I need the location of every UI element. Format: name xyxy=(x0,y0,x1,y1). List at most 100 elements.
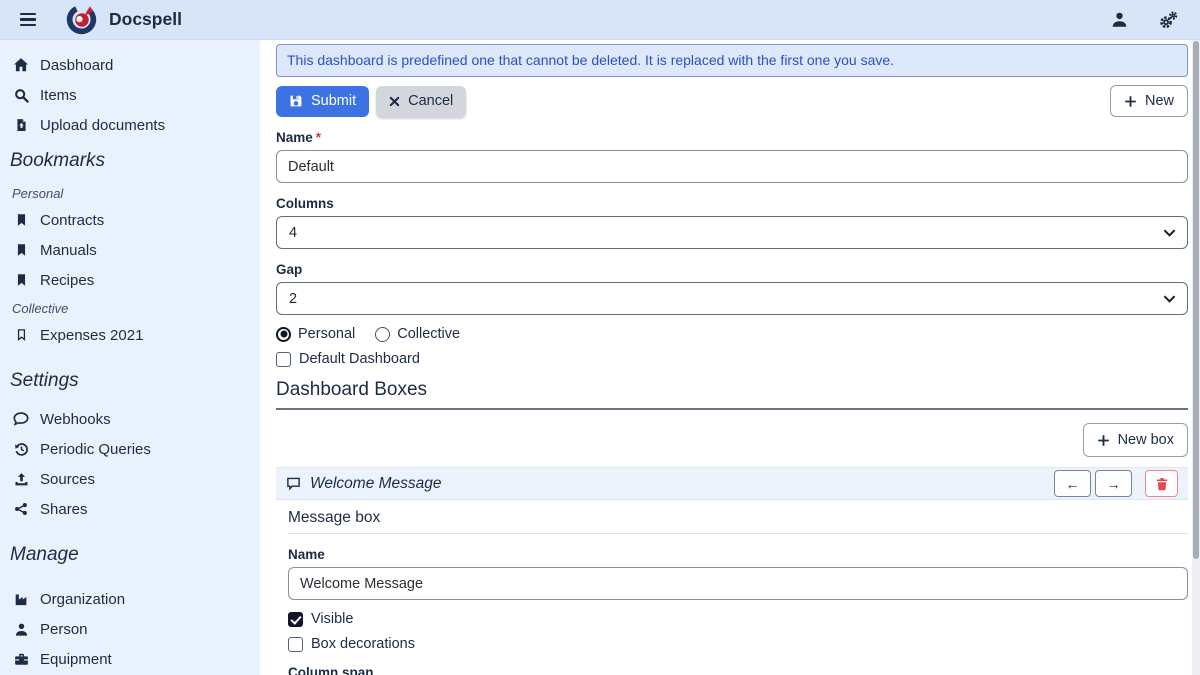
history-icon xyxy=(12,442,30,457)
sidebar-item-sources[interactable]: Sources xyxy=(0,464,260,494)
sidebar-item-label: Recipes xyxy=(40,272,94,289)
checkbox-icon xyxy=(288,637,303,652)
required-asterisk: * xyxy=(316,130,321,145)
bookmark-icon xyxy=(12,213,30,227)
save-icon xyxy=(289,94,303,108)
sidebar-item-webhooks[interactable]: Webhooks xyxy=(0,404,260,434)
box-body: Message box Name Visible Box decorations… xyxy=(276,509,1188,675)
top-navbar: Docspell xyxy=(0,0,1200,40)
close-icon xyxy=(389,96,400,107)
submit-button[interactable]: Submit xyxy=(276,86,369,117)
columns-label: Columns xyxy=(276,196,1188,211)
new-dashboard-button[interactable]: New xyxy=(1110,85,1188,117)
comment-icon xyxy=(12,411,30,427)
move-box-left-button[interactable]: ← xyxy=(1054,470,1091,497)
box-title: Welcome Message xyxy=(310,475,442,493)
menu-toggle-button[interactable] xyxy=(16,9,40,31)
industry-icon xyxy=(12,592,30,607)
sidebar-item-periodic-queries[interactable]: Periodic Queries xyxy=(0,434,260,464)
radio-icon xyxy=(276,327,291,342)
bookmarks-heading: Bookmarks xyxy=(0,140,260,180)
settings-heading: Settings xyxy=(0,360,260,400)
box-decorations-checkbox-row[interactable]: Box decorations xyxy=(288,636,1188,652)
box-type-label: Message box xyxy=(288,509,1188,534)
sidebar-item-upload-documents[interactable]: Upload documents xyxy=(0,110,260,140)
sidebar-item-contracts[interactable]: Contracts xyxy=(0,205,260,235)
sidebar-item-shares[interactable]: Shares xyxy=(0,494,260,524)
settings-cogs-icon[interactable] xyxy=(1156,8,1180,32)
upload-icon xyxy=(12,472,30,487)
arrow-right-icon: → xyxy=(1107,476,1121,492)
dashboard-boxes-heading: Dashboard Boxes xyxy=(276,379,1188,410)
sidebar-item-label: Expenses 2021 xyxy=(40,327,143,344)
person-icon xyxy=(12,622,30,637)
sidebar-item-expenses-2021[interactable]: Expenses 2021 xyxy=(0,320,260,350)
sidebar-item-label: Dasbhoard xyxy=(40,57,113,74)
message-box-icon xyxy=(286,476,301,491)
bookmark-icon xyxy=(12,243,30,257)
sidebar-item-label: Equipment xyxy=(40,651,112,668)
sidebar-item-label: Contracts xyxy=(40,212,104,229)
gap-select[interactable]: 2 xyxy=(276,282,1188,315)
scope-radio-group: Personal Collective xyxy=(276,326,1188,342)
delete-box-button[interactable] xyxy=(1145,470,1178,497)
sidebar-item-label: Sources xyxy=(40,471,95,488)
arrow-left-icon: ← xyxy=(1066,476,1080,492)
checkbox-icon xyxy=(276,352,291,367)
name-label: Name* xyxy=(276,130,1188,145)
new-box-button[interactable]: New box xyxy=(1083,423,1188,457)
cancel-button[interactable]: Cancel xyxy=(376,86,466,117)
bookmark-outline-icon xyxy=(12,328,30,342)
sidebar-item-items[interactable]: Items xyxy=(0,80,260,110)
app-title: Docspell xyxy=(109,9,182,30)
sidebar-item-dashboard[interactable]: Dasbhoard xyxy=(0,50,260,80)
bookmarks-group-collective: Collective xyxy=(0,295,260,320)
sidebar-item-label: Webhooks xyxy=(40,411,111,428)
visible-checkbox-row[interactable]: Visible xyxy=(288,611,1188,627)
sidebar-item-label: Manuals xyxy=(40,242,97,259)
checkbox-icon xyxy=(288,612,303,627)
main-content: This dashboard is predefined one that ca… xyxy=(260,40,1200,675)
box-header: Welcome Message ← → xyxy=(276,467,1188,500)
box-name-input[interactable] xyxy=(288,567,1188,600)
column-span-label: Column span xyxy=(288,665,1188,675)
radio-collective[interactable]: Collective xyxy=(375,326,460,342)
sidebar-item-person[interactable]: Person xyxy=(0,614,260,644)
chevron-down-icon xyxy=(1163,228,1176,237)
sidebar-item-label: Items xyxy=(40,87,77,104)
share-icon xyxy=(12,502,30,516)
sidebar-item-label: Shares xyxy=(40,501,88,518)
dashboard-name-input[interactable] xyxy=(276,150,1188,183)
bookmark-icon xyxy=(12,273,30,287)
sidebar-item-recipes[interactable]: Recipes xyxy=(0,265,260,295)
sidebar-item-label: Upload documents xyxy=(40,117,165,134)
sidebar-item-label: Person xyxy=(40,621,88,638)
move-box-right-button[interactable]: → xyxy=(1095,470,1132,497)
box-name-label: Name xyxy=(288,547,1188,562)
toolbox-icon xyxy=(12,652,30,667)
dashboard-box-welcome-message: Welcome Message ← → Message box Name Vis… xyxy=(276,467,1188,675)
file-upload-icon xyxy=(12,118,30,132)
trash-icon xyxy=(1156,477,1168,491)
manage-heading: Manage xyxy=(0,534,260,574)
plus-icon xyxy=(1097,434,1110,447)
predefined-dashboard-alert: This dashboard is predefined one that ca… xyxy=(276,44,1188,77)
plus-icon xyxy=(1124,95,1137,108)
radio-icon xyxy=(375,327,390,342)
radio-personal[interactable]: Personal xyxy=(276,326,355,342)
chevron-down-icon xyxy=(1163,294,1176,303)
scrollbar-thumb[interactable] xyxy=(1193,41,1199,559)
default-dashboard-checkbox-row[interactable]: Default Dashboard xyxy=(276,351,1188,367)
sidebar-item-label: Organization xyxy=(40,591,125,608)
columns-select[interactable]: 4 xyxy=(276,216,1188,249)
sidebar-item-organization[interactable]: Organization xyxy=(0,584,260,614)
user-account-icon[interactable] xyxy=(1109,9,1130,30)
bookmarks-group-personal: Personal xyxy=(0,180,260,205)
sidebar-item-manuals[interactable]: Manuals xyxy=(0,235,260,265)
vertical-scrollbar xyxy=(1192,40,1200,675)
search-icon xyxy=(12,88,30,103)
docspell-logo-icon xyxy=(66,4,97,35)
sidebar-item-equipment[interactable]: Equipment xyxy=(0,644,260,674)
gap-label: Gap xyxy=(276,262,1188,277)
form-actions: Submit Cancel New xyxy=(276,85,1188,117)
